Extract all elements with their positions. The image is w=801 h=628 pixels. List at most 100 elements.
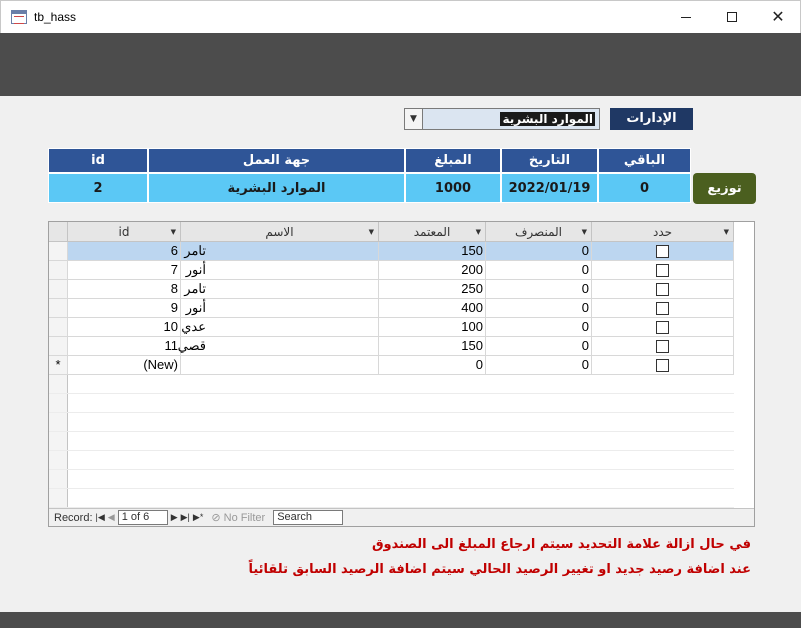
select-checkbox[interactable] [656,340,669,354]
cell-name[interactable]: أنور [181,261,379,280]
select-checkbox[interactable] [656,302,669,316]
no-filter-indicator[interactable]: ⊘ No Filter [211,511,265,524]
chevron-down-icon[interactable]: ▼ [476,228,481,236]
select-checkbox[interactable] [656,359,669,373]
column-header-name[interactable]: الاسم ▼ [181,222,379,242]
chevron-down-icon[interactable]: ▼ [405,109,423,129]
cell-spent[interactable]: 0 [486,318,592,337]
column-header-spent-label: المنصرف [514,224,562,239]
empty-row [49,432,734,451]
cell-select [592,318,734,337]
combo-value: الموارد البشرية [500,112,595,126]
form-header [0,33,801,96]
cell-select [592,280,734,299]
cell-approved[interactable]: 200 [379,261,486,280]
new-cell-select [592,356,734,375]
select-checkbox[interactable] [656,245,669,259]
cell-name[interactable]: أنور [181,299,379,318]
column-header-select[interactable]: حدد ▼ [592,222,734,242]
column-header-spent[interactable]: المنصرف ▼ [486,222,592,242]
first-record-icon[interactable]: |◀ [96,512,105,523]
minimize-button[interactable] [663,1,709,33]
next-record-icon[interactable]: ▶ [171,512,178,523]
cell-name[interactable]: تامر [181,280,379,299]
title-bar: tb_hass ✕ [0,0,801,33]
cell-approved[interactable]: 150 [379,242,486,261]
record-selector[interactable] [49,318,68,337]
new-cell-name[interactable] [181,356,379,375]
cell-approved[interactable]: 400 [379,299,486,318]
summary-value-id[interactable]: 2 [48,173,148,203]
summary-header-date: التاريخ [501,148,598,173]
cell-select [592,337,734,356]
summary-value-date[interactable]: 2022/01/19 [501,173,598,203]
minimize-icon [681,16,691,18]
empty-row [49,413,734,432]
distribute-button[interactable]: توزيع [693,173,756,204]
cell-spent[interactable]: 0 [486,337,592,356]
cell-select [592,242,734,261]
cell-id[interactable]: 11 [68,337,181,356]
cell-spent[interactable]: 0 [486,299,592,318]
department-combo[interactable]: ▼ الموارد البشرية [404,108,600,130]
cell-spent[interactable]: 0 [486,261,592,280]
chevron-down-icon[interactable]: ▼ [724,228,729,236]
previous-record-icon[interactable]: ◀ [108,512,115,523]
chevron-down-icon[interactable]: ▼ [582,228,587,236]
cell-name[interactable]: عدي [181,318,379,337]
select-all-corner[interactable] [49,222,68,242]
select-checkbox[interactable] [656,283,669,297]
cell-approved[interactable]: 150 [379,337,486,356]
empty-row [49,394,734,413]
new-cell-approved[interactable]: 0 [379,356,486,375]
new-record-row[interactable]: * (New) 0 0 [49,356,734,375]
window-title: tb_hass [34,10,77,24]
table-row[interactable]: 7 أنور 200 0 [49,261,734,280]
cell-id[interactable]: 9 [68,299,181,318]
chevron-down-icon[interactable]: ▼ [171,228,176,236]
department-label: الإدارات [610,108,693,130]
record-selector[interactable] [49,280,68,299]
cell-spent[interactable]: 0 [486,242,592,261]
select-checkbox[interactable] [656,264,669,278]
new-record-marker: * [49,356,68,375]
close-button[interactable]: ✕ [755,1,801,33]
cell-name[interactable]: تامر [181,242,379,261]
last-record-icon[interactable]: ▶| [181,512,190,523]
datasheet[interactable]: id ▼ الاسم ▼ المعتمد ▼ المنصرف ▼ حدد ▼ 6 تامر 1… [48,221,755,527]
column-header-approved[interactable]: المعتمد ▼ [379,222,486,242]
cell-name[interactable]: قصي [178,337,379,356]
search-input[interactable]: Search [273,510,344,525]
record-selector[interactable] [49,242,68,261]
cell-id[interactable]: 7 [68,261,181,280]
cell-id[interactable]: 6 [68,242,181,261]
cell-id[interactable]: 10 [68,318,181,337]
table-row[interactable]: 6 تامر 150 0 [49,242,734,261]
table-row[interactable]: 8 تامر 250 0 [49,280,734,299]
summary-value-entity[interactable]: الموارد البشرية [148,173,405,203]
form-icon [11,10,27,24]
record-selector[interactable] [49,261,68,280]
column-header-id[interactable]: id ▼ [68,222,181,242]
column-header-select-label: حدد [652,224,673,239]
new-cell-id[interactable]: (New) [68,356,181,375]
cell-spent[interactable]: 0 [486,280,592,299]
table-row[interactable]: 9 أنور 400 0 [49,299,734,318]
new-record-icon[interactable]: ▶* [193,512,203,523]
summary-value-amount[interactable]: 1000 [405,173,501,203]
record-selector[interactable] [49,337,68,356]
record-selector[interactable] [49,299,68,318]
maximize-button[interactable] [709,1,755,33]
record-position-input[interactable]: 1 of 6 [117,510,168,525]
empty-row [49,451,734,470]
new-cell-spent[interactable]: 0 [486,356,592,375]
cell-approved[interactable]: 250 [379,280,486,299]
chevron-down-icon[interactable]: ▼ [369,228,374,236]
maximize-icon [727,12,737,22]
cell-id[interactable]: 8 [68,280,181,299]
select-checkbox[interactable] [656,321,669,335]
table-row[interactable]: 10 عدي 100 0 [49,318,734,337]
table-row[interactable]: 11 قصي 150 0 [49,337,734,356]
summary-value-remaining[interactable]: 0 [598,173,691,203]
cell-approved[interactable]: 100 [379,318,486,337]
